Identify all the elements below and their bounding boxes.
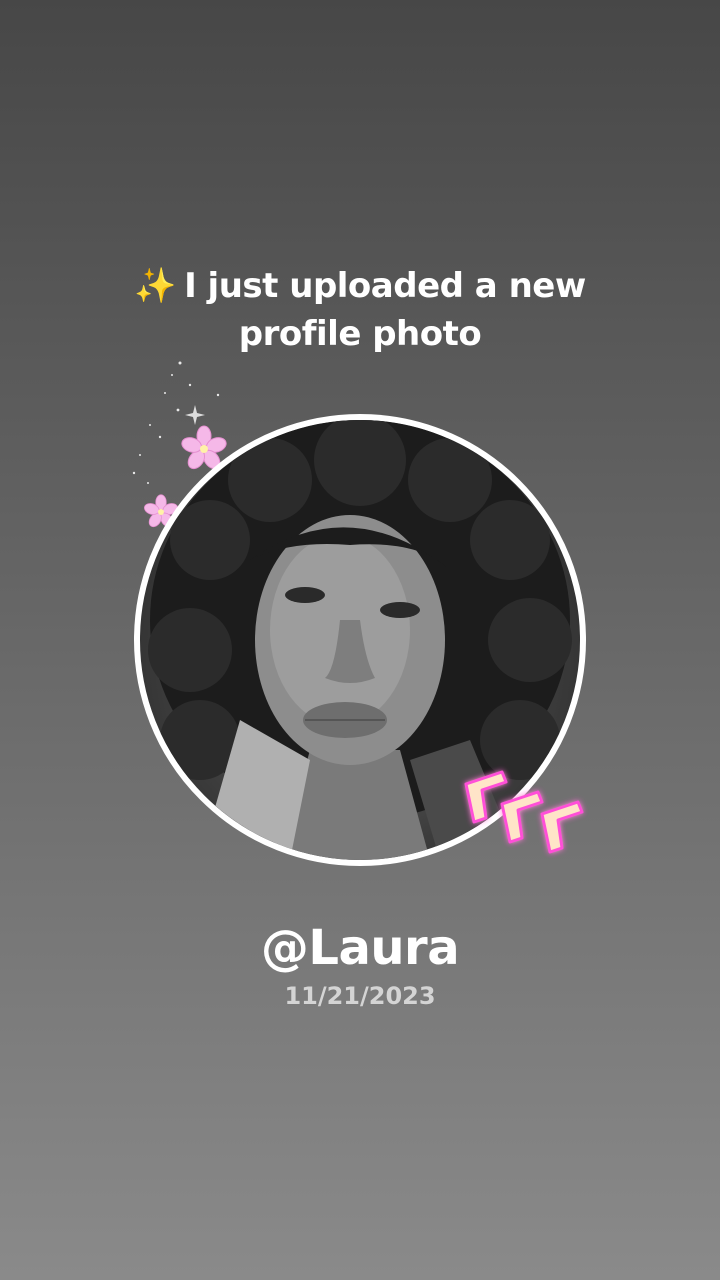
headline: ✨ I just uploaded a new profile photo xyxy=(0,262,720,358)
headline-text-1: I just uploaded a new xyxy=(184,266,586,306)
headline-line-1: ✨ I just uploaded a new xyxy=(0,262,720,310)
sparkles-icon: ✨ xyxy=(134,266,177,306)
headline-text-2: profile photo xyxy=(238,314,482,354)
username[interactable]: @Laura xyxy=(0,920,720,976)
post-date: 11/21/2023 xyxy=(284,982,436,1010)
neon-chevron-arrows-icon xyxy=(464,770,584,854)
